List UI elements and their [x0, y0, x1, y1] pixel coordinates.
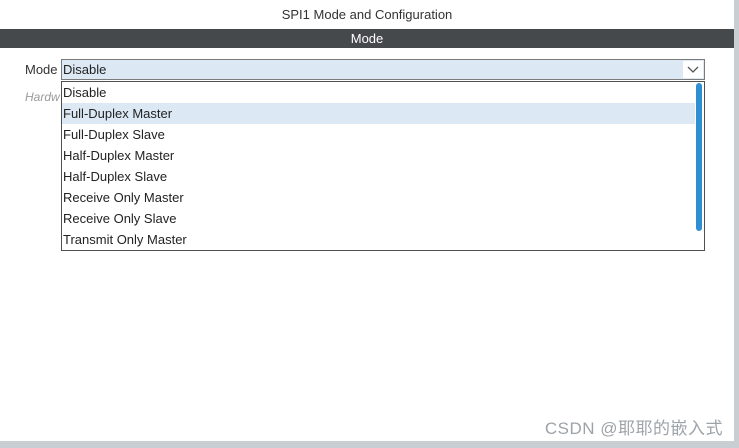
mode-select-value: Disable [63, 62, 107, 77]
dropdown-option-half-duplex-master[interactable]: Half-Duplex Master [62, 145, 695, 166]
mode-row: Mode Disable [0, 59, 734, 80]
mode-section-header-text: Mode [350, 31, 384, 46]
window-bottom-edge [0, 441, 739, 448]
dropdown-option-receive-only-slave[interactable]: Receive Only Slave [62, 208, 695, 229]
dropdown-option-full-duplex-master[interactable]: Full-Duplex Master [62, 103, 695, 124]
dropdown-option-receive-only-master[interactable]: Receive Only Master [62, 187, 695, 208]
dropdown-option-transmit-only-master[interactable]: Transmit Only Master [62, 229, 695, 250]
dropdown-scrollbar[interactable] [695, 82, 704, 250]
panel-title: SPI1 Mode and Configuration [0, 0, 734, 29]
window-right-edge [734, 0, 739, 448]
dropdown-scrollbar-thumb[interactable] [696, 83, 702, 231]
dropdown-option-disable[interactable]: Disable [62, 82, 695, 103]
hardware-nss-label: Hardw [25, 90, 60, 104]
panel-title-text: SPI1 Mode and Configuration [281, 7, 453, 22]
watermark-text: CSDN @耶耶的嵌入式 [544, 419, 723, 438]
mode-select[interactable]: Disable [61, 59, 705, 80]
mode-configuration-window: SPI1 Mode and Configuration Mode Mode Di… [0, 0, 739, 448]
mode-section-header: Mode [0, 29, 734, 48]
mode-label: Mode [25, 62, 58, 77]
dropdown-option-full-duplex-slave[interactable]: Full-Duplex Slave [62, 124, 695, 145]
dropdown-option-half-duplex-slave[interactable]: Half-Duplex Slave [62, 166, 695, 187]
chevron-down-icon[interactable] [683, 61, 703, 78]
mode-dropdown-list[interactable]: Disable Full-Duplex Master Full-Duplex S… [61, 81, 705, 251]
